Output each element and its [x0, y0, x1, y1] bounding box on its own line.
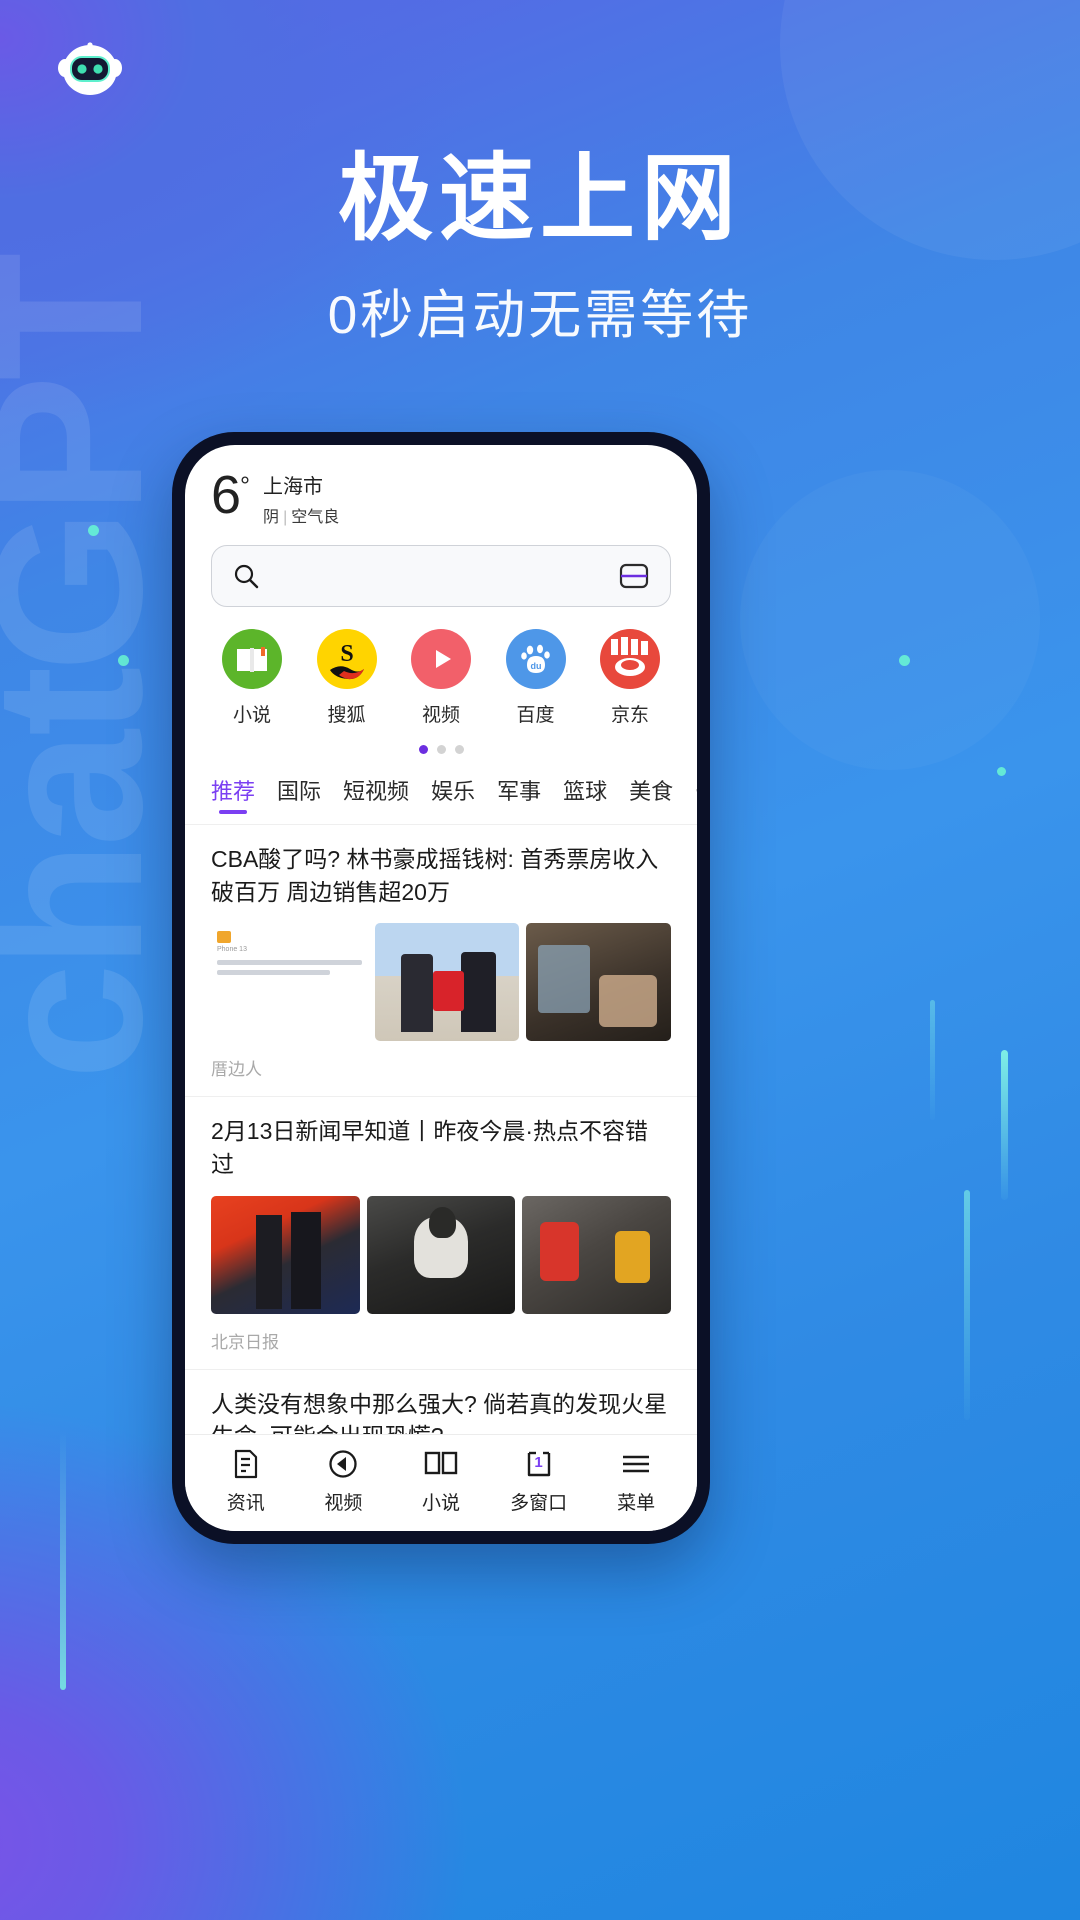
thumbnail-rescue-photo[interactable]	[522, 1195, 672, 1314]
temperature-value: 6°	[211, 468, 250, 522]
decorative-dot	[88, 525, 99, 536]
thumbnail-text-line	[217, 960, 362, 966]
decorative-speed-line	[964, 1190, 970, 1420]
tab-entertainment[interactable]: 娱乐	[431, 774, 475, 818]
tab-short-video[interactable]: 短视频	[343, 774, 409, 818]
shortcut-sohu[interactable]: S 搜狐	[306, 629, 388, 727]
jd-logo-icon	[600, 629, 660, 689]
tab-military[interactable]: 军事	[497, 774, 541, 818]
jersey-shape	[432, 970, 465, 1011]
page-subtitle: 0秒启动无需等待	[327, 285, 753, 345]
shortcut-label: 小说	[232, 705, 271, 726]
weather-widget[interactable]: 6° 上海市 阴 | 空气良	[185, 445, 697, 527]
hero-section: 极速上网 0秒启动无需等待	[0, 148, 1080, 349]
decorative-speed-line	[930, 1000, 935, 1120]
news-feed[interactable]: CBA酸了吗? 林书豪成摇钱树: 首秀票房收入破百万 周边销售超20万 Phon…	[185, 825, 697, 1434]
nav-label: 菜单	[617, 1493, 656, 1514]
decorative-dot	[899, 655, 910, 666]
page-indicator	[185, 745, 697, 754]
thumbnail-jersey-photo[interactable]	[374, 923, 520, 1042]
tab-international[interactable]: 国际	[277, 774, 321, 818]
svg-text:S: S	[340, 641, 353, 667]
window-count-badge: 1	[534, 1454, 543, 1471]
shortcut-novel[interactable]: 小说	[211, 629, 293, 727]
nav-item-video[interactable]: 视频	[295, 1447, 393, 1515]
nav-item-news[interactable]: 资讯	[197, 1447, 295, 1515]
nav-item-windows[interactable]: 1 多窗口	[490, 1447, 588, 1515]
thumbnail-bus-photo[interactable]	[526, 923, 672, 1042]
article-item[interactable]: 2月13日新闻早知道丨昨夜今晨·热点不容错过 北京日报	[185, 1097, 697, 1370]
article-title: 2月13日新闻早知道丨昨夜今晨·热点不容错过	[211, 1118, 649, 1177]
nav-label: 资讯	[226, 1493, 265, 1514]
decorative-dot	[997, 767, 1006, 776]
tab-recommend[interactable]: 推荐	[211, 774, 255, 818]
article-item[interactable]: 人类没有想象中那么强大? 倘若真的发现火星生命, 可能会出现恐慌?	[185, 1370, 697, 1434]
shortcut-row: 小说 S 搜狐 视频 du 百度 京东	[185, 607, 697, 727]
page-dot[interactable]	[454, 745, 464, 754]
book-icon	[222, 629, 282, 689]
nav-item-novel[interactable]: 小说	[392, 1447, 490, 1515]
shortcut-label: 搜狐	[327, 705, 366, 726]
decorative-speed-line	[60, 1430, 66, 1690]
article-title: CBA酸了吗? 林书豪成摇钱树: 首秀票房收入破百万 周边销售超20万	[211, 846, 659, 905]
page-title: 极速上网	[337, 146, 742, 252]
shortcut-jd[interactable]: 京东	[589, 629, 671, 727]
add-tab-button[interactable]: 十	[695, 768, 697, 824]
shortcut-baidu[interactable]: du 百度	[495, 629, 577, 727]
weather-condition: 阴	[263, 509, 280, 526]
decorative-circle-small	[740, 470, 1040, 770]
robot-head-icon	[55, 33, 125, 103]
weather-air-quality: 空气良	[291, 509, 340, 526]
page-dot-active[interactable]	[418, 745, 428, 754]
nav-label: 小说	[421, 1493, 460, 1514]
sohu-logo-icon: S	[316, 629, 377, 689]
bottom-navigation: 资讯 视频 小说 1 多窗口 菜单	[185, 1434, 697, 1531]
category-tabs: 推荐 国际 短视频 娱乐 军事 篮球 美食 十	[185, 754, 697, 825]
article-thumbnails	[211, 1195, 672, 1314]
shortcut-video[interactable]: 视频	[400, 629, 482, 727]
open-book-icon	[392, 1447, 490, 1481]
search-input[interactable]	[211, 545, 671, 607]
tab-basketball[interactable]: 篮球	[563, 774, 607, 818]
nav-label: 多窗口	[510, 1493, 568, 1514]
weather-city: 上海市	[263, 476, 324, 498]
news-document-icon	[197, 1447, 295, 1481]
weather-separator: |	[283, 509, 288, 526]
page-dot[interactable]	[436, 745, 446, 754]
phone-screen: 6° 上海市 阴 | 空气良 小说 S 搜狐 视频 du 百度 京东 推荐 国际…	[185, 445, 697, 1531]
degree-symbol: °	[240, 472, 250, 500]
nav-label: 视频	[324, 1493, 363, 1514]
thumbnail-app-label: Phone 13	[217, 946, 247, 954]
hamburger-menu-icon	[587, 1447, 685, 1481]
article-source: 厝边人	[211, 1060, 262, 1080]
article-source: 北京日报	[211, 1332, 279, 1352]
video-back-circle-icon	[295, 1447, 393, 1481]
tab-food[interactable]: 美食	[629, 774, 673, 818]
crown-icon	[217, 931, 231, 944]
phone-mockup: 6° 上海市 阴 | 空气良 小说 S 搜狐 视频 du 百度 京东 推荐 国际…	[172, 432, 710, 1544]
baidu-paw-icon: du	[505, 629, 566, 689]
thumbnail-note-screenshot[interactable]: Phone 13	[211, 923, 368, 1042]
windows-icon: 1	[490, 1447, 588, 1481]
nav-item-menu[interactable]: 菜单	[587, 1447, 685, 1515]
scan-code-icon[interactable]	[618, 562, 650, 590]
thumbnail-speech-photo[interactable]	[366, 1195, 516, 1314]
article-item[interactable]: CBA酸了吗? 林书豪成摇钱树: 首秀票房收入破百万 周边销售超20万 Phon…	[185, 825, 697, 1098]
shortcut-label: 百度	[516, 705, 555, 726]
play-icon	[411, 629, 471, 689]
decorative-speed-line	[1001, 1050, 1008, 1200]
article-title: 人类没有想象中那么强大? 倘若真的发现火星生命, 可能会出现恐慌?	[211, 1390, 668, 1434]
temperature-number: 6	[211, 465, 241, 525]
shortcut-label: 视频	[421, 705, 460, 726]
article-thumbnails: Phone 13	[211, 923, 672, 1042]
decorative-dot	[118, 655, 129, 666]
shortcut-label: 京东	[610, 705, 649, 726]
thumbnail-handshake-photo[interactable]	[211, 1195, 360, 1314]
thumbnail-text-line	[217, 970, 330, 976]
svg-text:du: du	[530, 661, 541, 671]
search-icon	[232, 562, 260, 590]
